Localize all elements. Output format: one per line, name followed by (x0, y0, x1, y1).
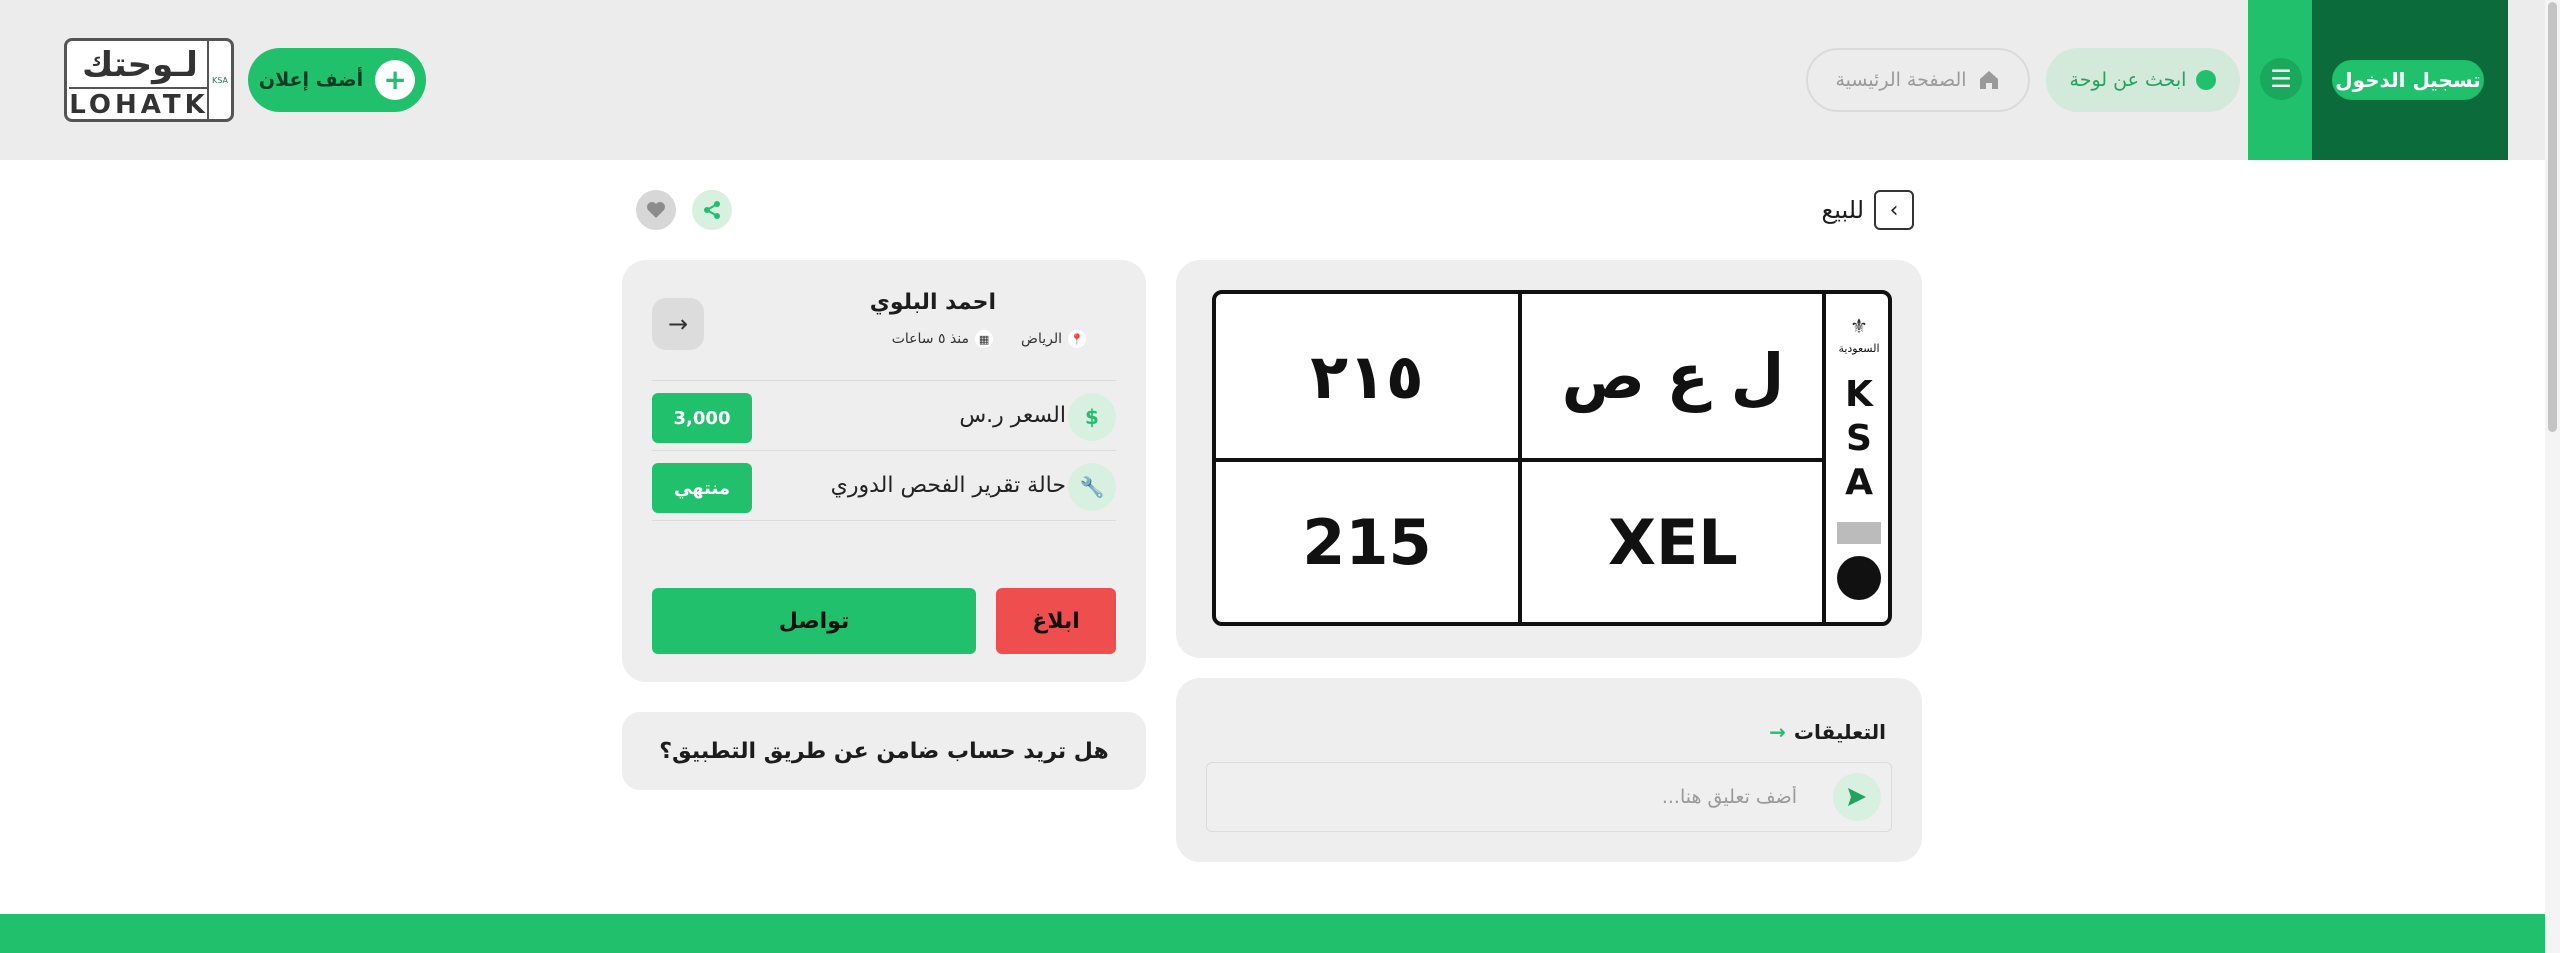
comments-title: التعليقات (1793, 720, 1886, 744)
share-icon (704, 201, 720, 219)
back-chevron-icon[interactable]: › (1874, 190, 1914, 230)
scrollbar-thumb[interactable] (2548, 2, 2557, 432)
arrow-right-icon[interactable]: → (652, 298, 704, 350)
price-row: $ السعر ر.س 3,000 (652, 380, 1116, 450)
seller-time: ▦ منذ ٥ ساعات (891, 330, 994, 348)
favorite-button[interactable] (636, 190, 676, 230)
plate-card: ٢١٥ ل ع ص 215 XEL ⚜ السعودية K S A (1176, 260, 1922, 658)
saudi-emblem-icon: ⚜ (1850, 314, 1868, 338)
heart-icon (647, 202, 665, 218)
location-pin-icon: 📍 (1068, 330, 1086, 348)
plate-divider-horizontal (1216, 458, 1824, 462)
price-label: السعر ر.س (959, 403, 1066, 428)
home-icon (1979, 71, 1998, 89)
search-dot-icon (2196, 70, 2217, 90)
seller-city: 📍 الرياض (1021, 330, 1086, 348)
plate-latin-letters: XEL (1608, 505, 1738, 579)
footer-bar (0, 914, 2545, 953)
comment-box (1206, 762, 1892, 832)
plate-arabic-letters: ل ع ص (1561, 339, 1785, 413)
calendar-icon: ▦ (975, 330, 994, 348)
wrench-icon: 🔧 (1068, 463, 1116, 511)
send-icon (1848, 788, 1866, 806)
site-logo[interactable]: لـوحتك LOHATK KSA (64, 38, 234, 122)
login-area: تسجيل الدخول (2312, 0, 2508, 160)
plate-country: السعودية (1838, 342, 1880, 355)
home-link-label: الصفحة الرئيسية (1835, 69, 1967, 91)
page-title-row: › للبيع (1810, 190, 1914, 230)
logo-arabic-text: لـوحتك (82, 45, 198, 85)
plate-side-letter: A (1845, 462, 1873, 503)
seller-card: احمد البلوي 📍 الرياض ▦ منذ ٥ ساعات → $ ا… (622, 260, 1146, 682)
plate-side-strip: ⚜ السعودية K S A (1826, 294, 1888, 622)
logo-latin-text: LOHATK (69, 87, 209, 120)
plate-arabic-numbers: ٢١٥ (1310, 339, 1424, 413)
page-title: للبيع (1821, 196, 1864, 224)
contact-button[interactable]: تواصل (652, 588, 976, 654)
menu-area: ☰ (2248, 0, 2312, 160)
guarantee-account-link[interactable]: هل تريد حساب ضامن عن طريق التطبيق؟ (622, 712, 1146, 790)
hamburger-menu-icon[interactable]: ☰ (2260, 58, 2302, 100)
plate-circle-mark (1837, 556, 1881, 600)
price-value: 3,000 (652, 393, 752, 443)
site-header: تسجيل الدخول ☰ ابحث عن لوحة الصفحة الرئي… (0, 0, 2545, 160)
arrow-icon: → (1769, 720, 1786, 744)
row-divider (652, 520, 1116, 521)
inspection-row: 🔧 حالة تقرير الفحص الدوري منتهي (652, 450, 1116, 520)
dollar-icon: $ (1068, 393, 1116, 441)
report-button[interactable]: ابلاغ (996, 588, 1116, 654)
share-button[interactable] (692, 190, 732, 230)
inspection-value: منتهي (652, 463, 752, 513)
add-ad-button[interactable]: + أضف إعلان (248, 48, 426, 112)
comments-card: التعليقات → (1176, 678, 1922, 862)
seller-city-label: الرياض (1021, 331, 1062, 347)
comment-input[interactable] (1207, 763, 1807, 831)
seller-meta: 📍 الرياض ▦ منذ ٥ ساعات (892, 330, 1086, 348)
seller-name: احمد البلوي (869, 290, 996, 315)
plus-icon: + (375, 60, 416, 100)
comments-header: التعليقات → (1769, 720, 1886, 744)
login-button[interactable]: تسجيل الدخول (2332, 60, 2484, 100)
license-plate: ٢١٥ ل ع ص 215 XEL ⚜ السعودية K S A (1212, 290, 1892, 626)
search-plate-button[interactable]: ابحث عن لوحة (2046, 48, 2240, 112)
home-link[interactable]: الصفحة الرئيسية (1806, 48, 2030, 112)
plate-side-letter: S (1846, 418, 1872, 459)
inspection-label: حالة تقرير الفحص الدوري (830, 473, 1066, 498)
logo-ksa-strip: KSA (207, 41, 231, 119)
add-ad-label: أضف إعلان (258, 69, 364, 91)
page-scrollbar[interactable] (2545, 0, 2560, 953)
seller-time-label: منذ ٥ ساعات (891, 331, 970, 347)
plate-side-letter: K (1845, 374, 1873, 415)
plate-latin-numbers: 215 (1302, 505, 1432, 579)
plate-type-box (1837, 522, 1881, 544)
search-plate-label: ابحث عن لوحة (2069, 69, 2187, 91)
send-button[interactable] (1833, 773, 1881, 821)
